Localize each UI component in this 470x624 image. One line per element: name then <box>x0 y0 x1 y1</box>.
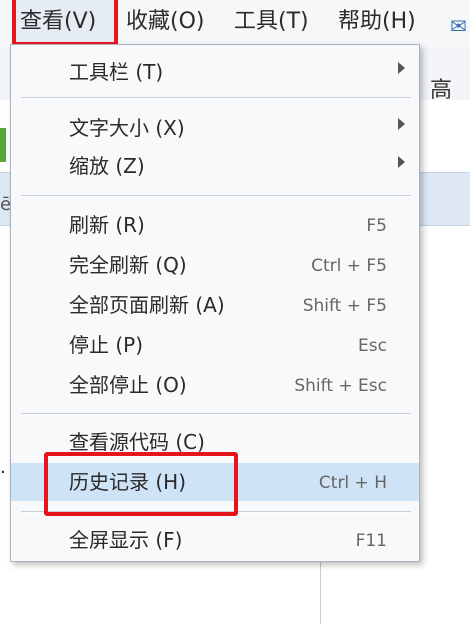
menu-item-shortcut: F11 <box>355 531 387 551</box>
browser-content-lower <box>0 560 321 624</box>
menu-item-zoom[interactable]: 缩放 (Z) <box>11 147 419 185</box>
submenu-arrow-icon <box>398 118 405 130</box>
menubar-item-favorites[interactable]: 收藏(O) <box>126 0 204 44</box>
menu-item-label: 全屏显示 (F) <box>69 528 183 552</box>
menu-item-stop-all[interactable]: 全部停止 (O) Shift + Esc <box>11 366 419 404</box>
menu-separator <box>21 195 411 197</box>
menu-item-label: 完全刷新 (Q) <box>69 253 187 277</box>
menu-item-refresh-all[interactable]: 全部页面刷新 (A) Shift + F5 <box>11 286 419 324</box>
highlight-box-history <box>44 452 238 516</box>
menubar-item-help[interactable]: 帮助(H) <box>338 0 416 44</box>
submenu-arrow-icon <box>398 62 405 74</box>
mail-icon[interactable]: ✉ <box>450 14 467 38</box>
menu-item-toolbar[interactable]: 工具栏 (T) <box>11 53 419 91</box>
menu-item-label: 工具栏 (T) <box>69 60 164 84</box>
menu-item-label: 刷新 (R) <box>69 213 145 237</box>
submenu-arrow-icon <box>398 156 405 168</box>
menu-separator <box>21 97 411 99</box>
menu-item-label: 停止 (P) <box>69 333 144 357</box>
background-partial-text: 高 <box>430 78 453 103</box>
menu-item-shortcut: Esc <box>358 336 387 356</box>
menu-separator <box>21 413 411 415</box>
menu-item-label: 文字大小 (X) <box>69 116 185 140</box>
menu-item-shortcut: Shift + F5 <box>302 296 387 316</box>
menu-item-shortcut: Ctrl + H <box>318 473 387 493</box>
menu-item-shortcut: Ctrl + F5 <box>311 256 387 276</box>
menubar-item-tools[interactable]: 工具(T) <box>234 0 309 44</box>
menu-item-label: 全部页面刷新 (A) <box>69 293 225 317</box>
menu-item-label: 全部停止 (O) <box>69 373 187 397</box>
background-partial-glyph-2: · <box>0 462 6 483</box>
menu-item-shortcut: F5 <box>366 216 387 236</box>
menu-item-refresh[interactable]: 刷新 (R) F5 <box>11 206 419 244</box>
menu-item-full-refresh[interactable]: 完全刷新 (Q) Ctrl + F5 <box>11 246 419 284</box>
menu-item-stop[interactable]: 停止 (P) Esc <box>11 326 419 364</box>
menu-item-text-size[interactable]: 文字大小 (X) <box>11 109 419 147</box>
highlight-box-view-menu <box>12 0 118 46</box>
status-indicator-green <box>0 128 6 162</box>
menu-item-fullscreen[interactable]: 全屏显示 (F) F11 <box>11 521 419 559</box>
menu-item-label: 缩放 (Z) <box>69 154 145 178</box>
menu-item-shortcut: Shift + Esc <box>294 376 387 396</box>
